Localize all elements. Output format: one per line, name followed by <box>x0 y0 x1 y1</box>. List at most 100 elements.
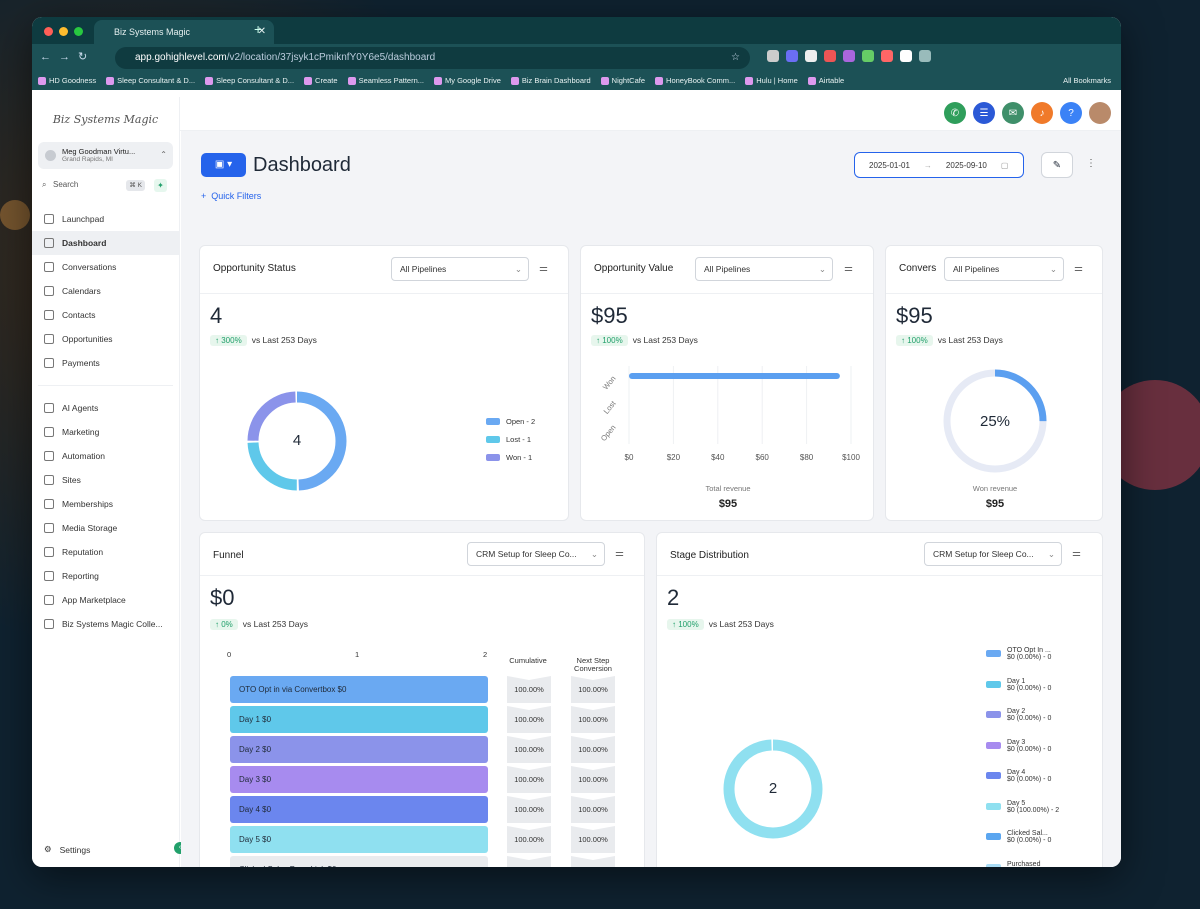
ai-agents-icon <box>44 403 54 413</box>
sidebar-item-launchpad[interactable]: Launchpad <box>32 207 179 231</box>
bookmark-item[interactable]: Hulu | Home <box>745 76 798 85</box>
bookmark-star-icon[interactable]: ☆ <box>731 47 740 69</box>
funnel-bar[interactable]: Day 3 $0 <box>230 766 488 793</box>
ai-spark-icon[interactable]: ✦ <box>154 179 167 192</box>
pipeline-select[interactable]: All Pipelines ⌄ <box>944 257 1064 281</box>
bookmark-icon <box>600 76 609 85</box>
sidebar-item-sites[interactable]: Sites <box>32 468 179 492</box>
filter-icon[interactable]: ⚌ <box>539 263 548 274</box>
pipeline-select[interactable]: CRM Setup for Sleep Co... ⌄ <box>924 542 1062 566</box>
divider <box>38 385 173 386</box>
settings-link[interactable]: ⚙ Settings <box>44 844 90 855</box>
legend-item: Open - 2 <box>486 412 535 430</box>
sidebar-item-label: Launchpad <box>62 214 105 224</box>
bookmark-item[interactable]: Create <box>304 76 338 85</box>
bookmark-item[interactable]: Sleep Consultant & D... <box>106 76 195 85</box>
bookmark-item[interactable]: Seamless Pattern... <box>347 76 424 85</box>
bookmark-item[interactable]: HD Goodness <box>38 76 96 85</box>
sidebar-item-label: App Marketplace <box>62 595 126 605</box>
sidebar-item-ai-agents[interactable]: AI Agents <box>32 396 179 420</box>
bookmark-item[interactable]: NightCafe <box>600 76 645 85</box>
sidebar-item-contacts[interactable]: Contacts <box>32 303 179 327</box>
sidebar-item-automation[interactable]: Automation <box>32 444 179 468</box>
legend-swatch <box>986 711 1001 718</box>
donut-center-value: 4 <box>292 432 302 449</box>
tab-bar: Biz Systems Magic ✕ + <box>32 17 1121 44</box>
sidebar-item-reputation[interactable]: Reputation <box>32 540 179 564</box>
next-step-cell: 100.00% <box>571 766 615 793</box>
chart-caption: Total revenue <box>705 484 751 493</box>
help-icon[interactable]: ? <box>1060 102 1082 124</box>
funnel-bar[interactable]: Day 2 $0 <box>230 736 488 763</box>
funnel-bar[interactable]: Clicked Sales Page Link $0 <box>230 856 488 867</box>
bookmark-item[interactable]: HoneyBook Comm... <box>655 76 735 85</box>
edit-dashboard-button[interactable]: ✎ <box>1041 152 1073 178</box>
updates-icon[interactable]: ☰ <box>973 102 995 124</box>
bookmark-icon <box>205 76 214 85</box>
pipeline-select[interactable]: All Pipelines ⌄ <box>695 257 833 281</box>
bookmark-item[interactable]: Sleep Consultant & D... <box>205 76 294 85</box>
filter-icon[interactable]: ⚌ <box>615 548 624 559</box>
pipeline-select[interactable]: CRM Setup for Sleep Co... ⌄ <box>467 542 605 566</box>
megaphone-icon[interactable]: ✉ <box>1002 102 1024 124</box>
browser-window: Biz Systems Magic ✕ + ←→↻ app.gohighlevel… <box>32 17 1121 867</box>
pipeline-select[interactable]: All Pipelines ⌄ <box>391 257 529 281</box>
nav-buttons[interactable]: ←→↻ <box>40 50 95 63</box>
funnel-bar[interactable]: Day 5 $0 <box>230 826 488 853</box>
funnel-axis-label: 0 <box>227 650 232 659</box>
avatar[interactable] <box>1089 102 1111 124</box>
sidebar-item-reporting[interactable]: Reporting <box>32 564 179 588</box>
url-field[interactable]: app.gohighlevel.com/v2/location/37jsyk1c… <box>115 47 750 69</box>
sidebar-item-payments[interactable]: Payments <box>32 351 179 375</box>
sidebar-item-dashboard[interactable]: Dashboard <box>32 231 179 255</box>
filter-icon[interactable]: ⚌ <box>844 263 853 274</box>
sidebar-item-memberships[interactable]: Memberships <box>32 492 179 516</box>
sidebar-item-conversations[interactable]: Conversations <box>32 255 179 279</box>
sidebar-item-app-marketplace[interactable]: App Marketplace <box>32 588 179 612</box>
funnel-bar[interactable]: OTO Opt in via Convertbox $0 <box>230 676 488 703</box>
sidebar-item-marketing[interactable]: Marketing <box>32 420 179 444</box>
legend-item: Day 3 $0 (0.00%) - 0 <box>986 739 1059 770</box>
phone-icon[interactable]: ✆ <box>944 102 966 124</box>
cumulative-cell: 100.00% <box>507 826 551 853</box>
search-input[interactable]: ⌕ Search ⌘ K ✦ <box>38 177 173 193</box>
browser-tab[interactable]: Biz Systems Magic ✕ <box>94 20 274 44</box>
extensions[interactable] <box>767 50 931 62</box>
bell-icon[interactable]: ♪ <box>1031 102 1053 124</box>
x-tick-label: $0 <box>625 453 634 462</box>
shortcut-badge: ⌘ K <box>126 180 145 191</box>
bookmark-item[interactable]: Biz Brain Dashboard <box>510 76 591 85</box>
date-range-picker[interactable]: 2025-01-01 → 2025-09-10 ▢ <box>854 152 1024 178</box>
account-name: Meg Goodman Virtu... <box>62 147 136 156</box>
x-tick-label: $60 <box>756 453 770 462</box>
account-switcher[interactable]: Meg Goodman Virtu... Grand Rapids, MI ⌃ <box>38 142 173 169</box>
reputation-icon <box>44 547 54 557</box>
gear-icon: ⚙ <box>44 844 52 854</box>
quick-filters-button[interactable]: + Quick Filters <box>201 191 261 201</box>
opportunity-status-card: Opportunity Status All Pipelines ⌄ ⚌ 4 ↑ … <box>199 245 569 521</box>
funnel-bar[interactable]: Day 4 $0 <box>230 796 488 823</box>
legend-item: Day 4 $0 (0.00%) - 0 <box>986 769 1059 800</box>
sidebar-item-calendars[interactable]: Calendars <box>32 279 179 303</box>
bookmark-icon <box>304 76 313 85</box>
sidebar-item-media-storage[interactable]: Media Storage <box>32 516 179 540</box>
new-tab-icon[interactable]: + <box>254 21 262 37</box>
contacts-icon <box>44 310 54 320</box>
bookmark-item[interactable]: Airtable <box>807 76 844 85</box>
bookmark-icon <box>807 76 816 85</box>
cumulative-header: Cumulative <box>509 656 547 665</box>
sidebar-item-biz-systems-magic-colle[interactable]: Biz Systems Magic Colle... <box>32 612 179 636</box>
bookmark-item[interactable]: My Google Drive <box>434 76 501 85</box>
dashboard-main: ▣ ▾ Dashboard + Quick Filters 2025-01-01… <box>181 131 1121 867</box>
x-tick-label: $100 <box>842 453 860 462</box>
legend-item: Lost - 1 <box>486 430 535 448</box>
filter-icon[interactable]: ⚌ <box>1072 548 1081 559</box>
memberships-icon <box>44 499 54 509</box>
funnel-bar[interactable]: Day 1 $0 <box>230 706 488 733</box>
legend-item: Clicked Sal... $0 (0.00%) - 0 <box>986 830 1059 861</box>
all-bookmarks[interactable]: All Bookmarks <box>1063 76 1111 85</box>
filter-icon[interactable]: ⚌ <box>1074 263 1083 274</box>
sidebar-item-opportunities[interactable]: Opportunities <box>32 327 179 351</box>
more-options-icon[interactable]: ⋮ <box>1086 158 1096 169</box>
layout-toggle-button[interactable]: ▣ ▾ <box>201 153 246 177</box>
